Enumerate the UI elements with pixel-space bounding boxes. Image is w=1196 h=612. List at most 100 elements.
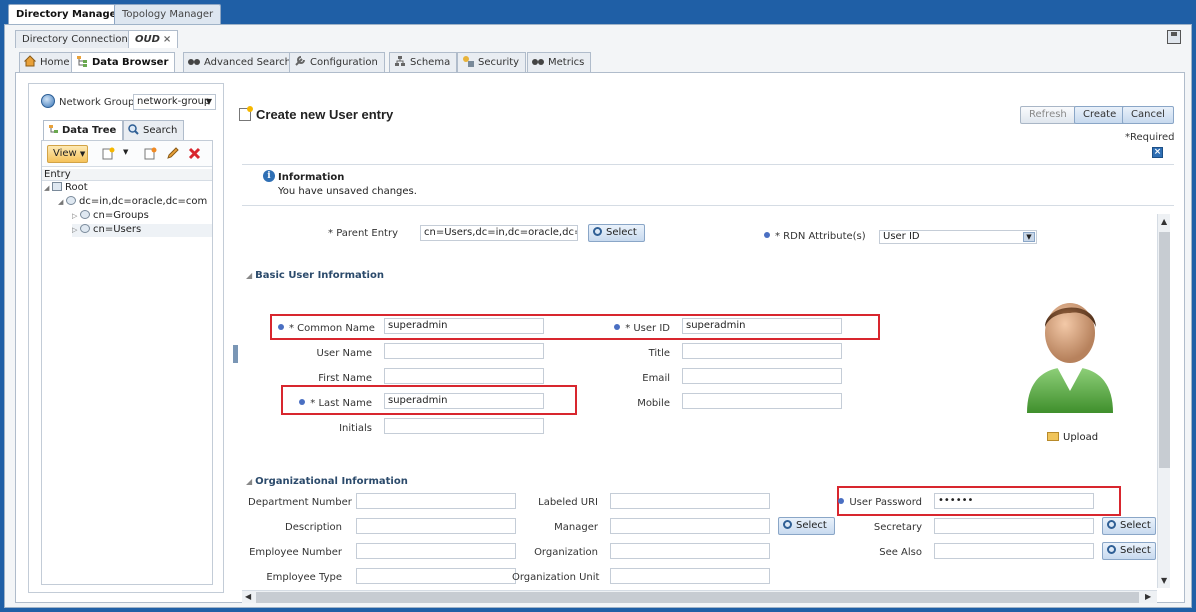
user-name-label: User Name	[316, 348, 372, 359]
tree-node-groups[interactable]: ▷ cn=Groups	[72, 210, 242, 223]
new-entry-icon	[239, 106, 253, 121]
organization-unit-input[interactable]	[610, 568, 770, 584]
close-icon[interactable]: ×	[1152, 147, 1163, 158]
tab-directory-connections[interactable]: Directory Connections	[15, 30, 141, 48]
tab-data-tree[interactable]: Data Tree	[43, 120, 124, 140]
app-shell: Directory Connections OUD × Home Data Bro…	[4, 24, 1192, 608]
employee-number-label: Employee Number	[249, 547, 342, 558]
collapse-icon[interactable]: ▷	[72, 210, 80, 222]
cancel-button[interactable]: Cancel	[1122, 106, 1174, 124]
delete-icon[interactable]	[188, 147, 201, 160]
description-input[interactable]	[356, 518, 516, 534]
tab-topology-manager[interactable]: Topology Manager	[114, 4, 222, 24]
collapse-icon[interactable]: ▷	[72, 224, 80, 236]
tab-search-label: Search	[143, 125, 178, 136]
search-icon	[1107, 520, 1116, 529]
secretary-select-button[interactable]: Select	[1102, 517, 1156, 535]
tab-metrics[interactable]: Metrics	[527, 52, 592, 72]
first-name-input[interactable]	[384, 368, 544, 384]
new-entry-icon[interactable]	[102, 147, 115, 160]
user-name-input[interactable]	[384, 343, 544, 359]
user-id-label: * User ID	[602, 323, 670, 334]
close-icon[interactable]: ×	[163, 34, 171, 45]
search-icon	[1107, 545, 1116, 554]
refresh-button[interactable]: Refresh	[1020, 106, 1076, 124]
create-button[interactable]: Create	[1074, 106, 1126, 124]
scroll-right-icon[interactable]: ▶	[1145, 592, 1151, 601]
scroll-left-icon[interactable]: ◀	[245, 592, 251, 601]
organization-label: Organization	[534, 547, 598, 558]
tree-icon	[76, 55, 88, 67]
tab-data-browser-label: Data Browser	[92, 57, 169, 68]
edit-pencil-icon[interactable]	[166, 147, 179, 160]
parent-entry-input[interactable]: cn=Users,dc=in,dc=oracle,dc=com	[420, 225, 578, 241]
department-number-label: Department Number	[248, 497, 352, 508]
tab-schema[interactable]: Schema	[389, 52, 458, 72]
tab-configuration-label: Configuration	[310, 57, 378, 68]
tree-icon	[48, 123, 59, 134]
horizontal-scrollbar[interactable]: ◀ ▶	[242, 590, 1157, 603]
rdn-attribute-select[interactable]: User ID ▼	[879, 230, 1037, 244]
select-button-label: Select	[1120, 520, 1151, 531]
network-group-select[interactable]: network-group ▼	[133, 94, 216, 110]
tab-oud[interactable]: OUD ×	[128, 30, 179, 48]
tab-directory-manager[interactable]: Directory Manager	[8, 4, 130, 24]
tab-security-label: Security	[478, 57, 520, 68]
scroll-thumb[interactable]	[256, 592, 1139, 603]
organization-input[interactable]	[610, 543, 770, 559]
initials-input[interactable]	[384, 418, 544, 434]
user-password-input[interactable]: ••••••	[934, 493, 1094, 509]
tab-advanced-search[interactable]: Advanced Search	[183, 52, 298, 72]
home-icon	[23, 55, 37, 67]
see-also-label: See Also	[879, 547, 922, 558]
see-also-input[interactable]	[934, 543, 1094, 559]
title-input[interactable]	[682, 343, 842, 359]
chevron-down-icon: ▼	[79, 150, 86, 158]
manager-select-button[interactable]: Select	[778, 517, 835, 535]
tab-configuration[interactable]: Configuration	[289, 52, 385, 72]
upload-link[interactable]: Upload	[1047, 432, 1098, 443]
common-name-input[interactable]: superadmin	[384, 318, 544, 334]
scroll-thumb[interactable]	[1159, 232, 1170, 468]
last-name-input[interactable]: superadmin	[384, 393, 544, 409]
mobile-input[interactable]	[682, 393, 842, 409]
entry-column-header: Entry	[42, 169, 212, 181]
expand-icon[interactable]: ◢	[44, 182, 52, 194]
department-number-input[interactable]	[356, 493, 516, 509]
vertical-scrollbar[interactable]: ▲ ▼	[1157, 214, 1170, 588]
scroll-down-icon[interactable]: ▼	[1161, 576, 1167, 585]
labeled-uri-input[interactable]	[610, 493, 770, 509]
tab-data-browser[interactable]: Data Browser	[71, 52, 176, 73]
view-menu-button[interactable]: View ▼	[47, 145, 88, 163]
initials-label: Initials	[339, 423, 372, 434]
chevron-down-icon[interactable]: ▼	[123, 148, 136, 161]
employee-number-input[interactable]	[356, 543, 516, 559]
user-avatar	[1021, 293, 1119, 415]
user-id-input[interactable]: superadmin	[682, 318, 842, 334]
tab-security[interactable]: Security	[457, 52, 527, 72]
new-from-icon[interactable]	[144, 147, 157, 160]
panel-collapse-handle[interactable]	[233, 345, 238, 363]
tree-node-users[interactable]: ▷ cn=Users	[72, 224, 212, 237]
tab-home[interactable]: Home	[19, 52, 77, 72]
email-input[interactable]	[682, 368, 842, 384]
parent-entry-select-button[interactable]: Select	[588, 224, 645, 242]
info-message: You have unsaved changes.	[278, 186, 417, 197]
manager-input[interactable]	[610, 518, 770, 534]
rdn-attribute-label: * RDN Attribute(s)	[764, 231, 866, 242]
save-icon[interactable]	[1167, 30, 1181, 44]
tree-node-base-dn[interactable]: ◢ dc=in,dc=oracle,dc=com	[58, 196, 228, 209]
org-info-section-header[interactable]: ◢ Organizational Information	[246, 476, 408, 487]
basic-info-section-header[interactable]: ◢ Basic User Information	[246, 270, 384, 281]
secretary-label: Secretary	[873, 522, 922, 533]
secretary-input[interactable]	[934, 518, 1094, 534]
scroll-up-icon[interactable]: ▲	[1161, 217, 1167, 226]
see-also-select-button[interactable]: Select	[1102, 542, 1156, 560]
tab-search[interactable]: Search	[123, 120, 185, 140]
tree-node-label: dc=in,dc=oracle,dc=com	[79, 196, 208, 207]
expand-icon[interactable]: ◢	[58, 196, 66, 208]
folder-icon	[52, 182, 62, 191]
binoculars-icon	[188, 55, 200, 67]
tree-node-root[interactable]: ◢ Root	[44, 182, 214, 195]
employee-type-input[interactable]	[356, 568, 516, 584]
